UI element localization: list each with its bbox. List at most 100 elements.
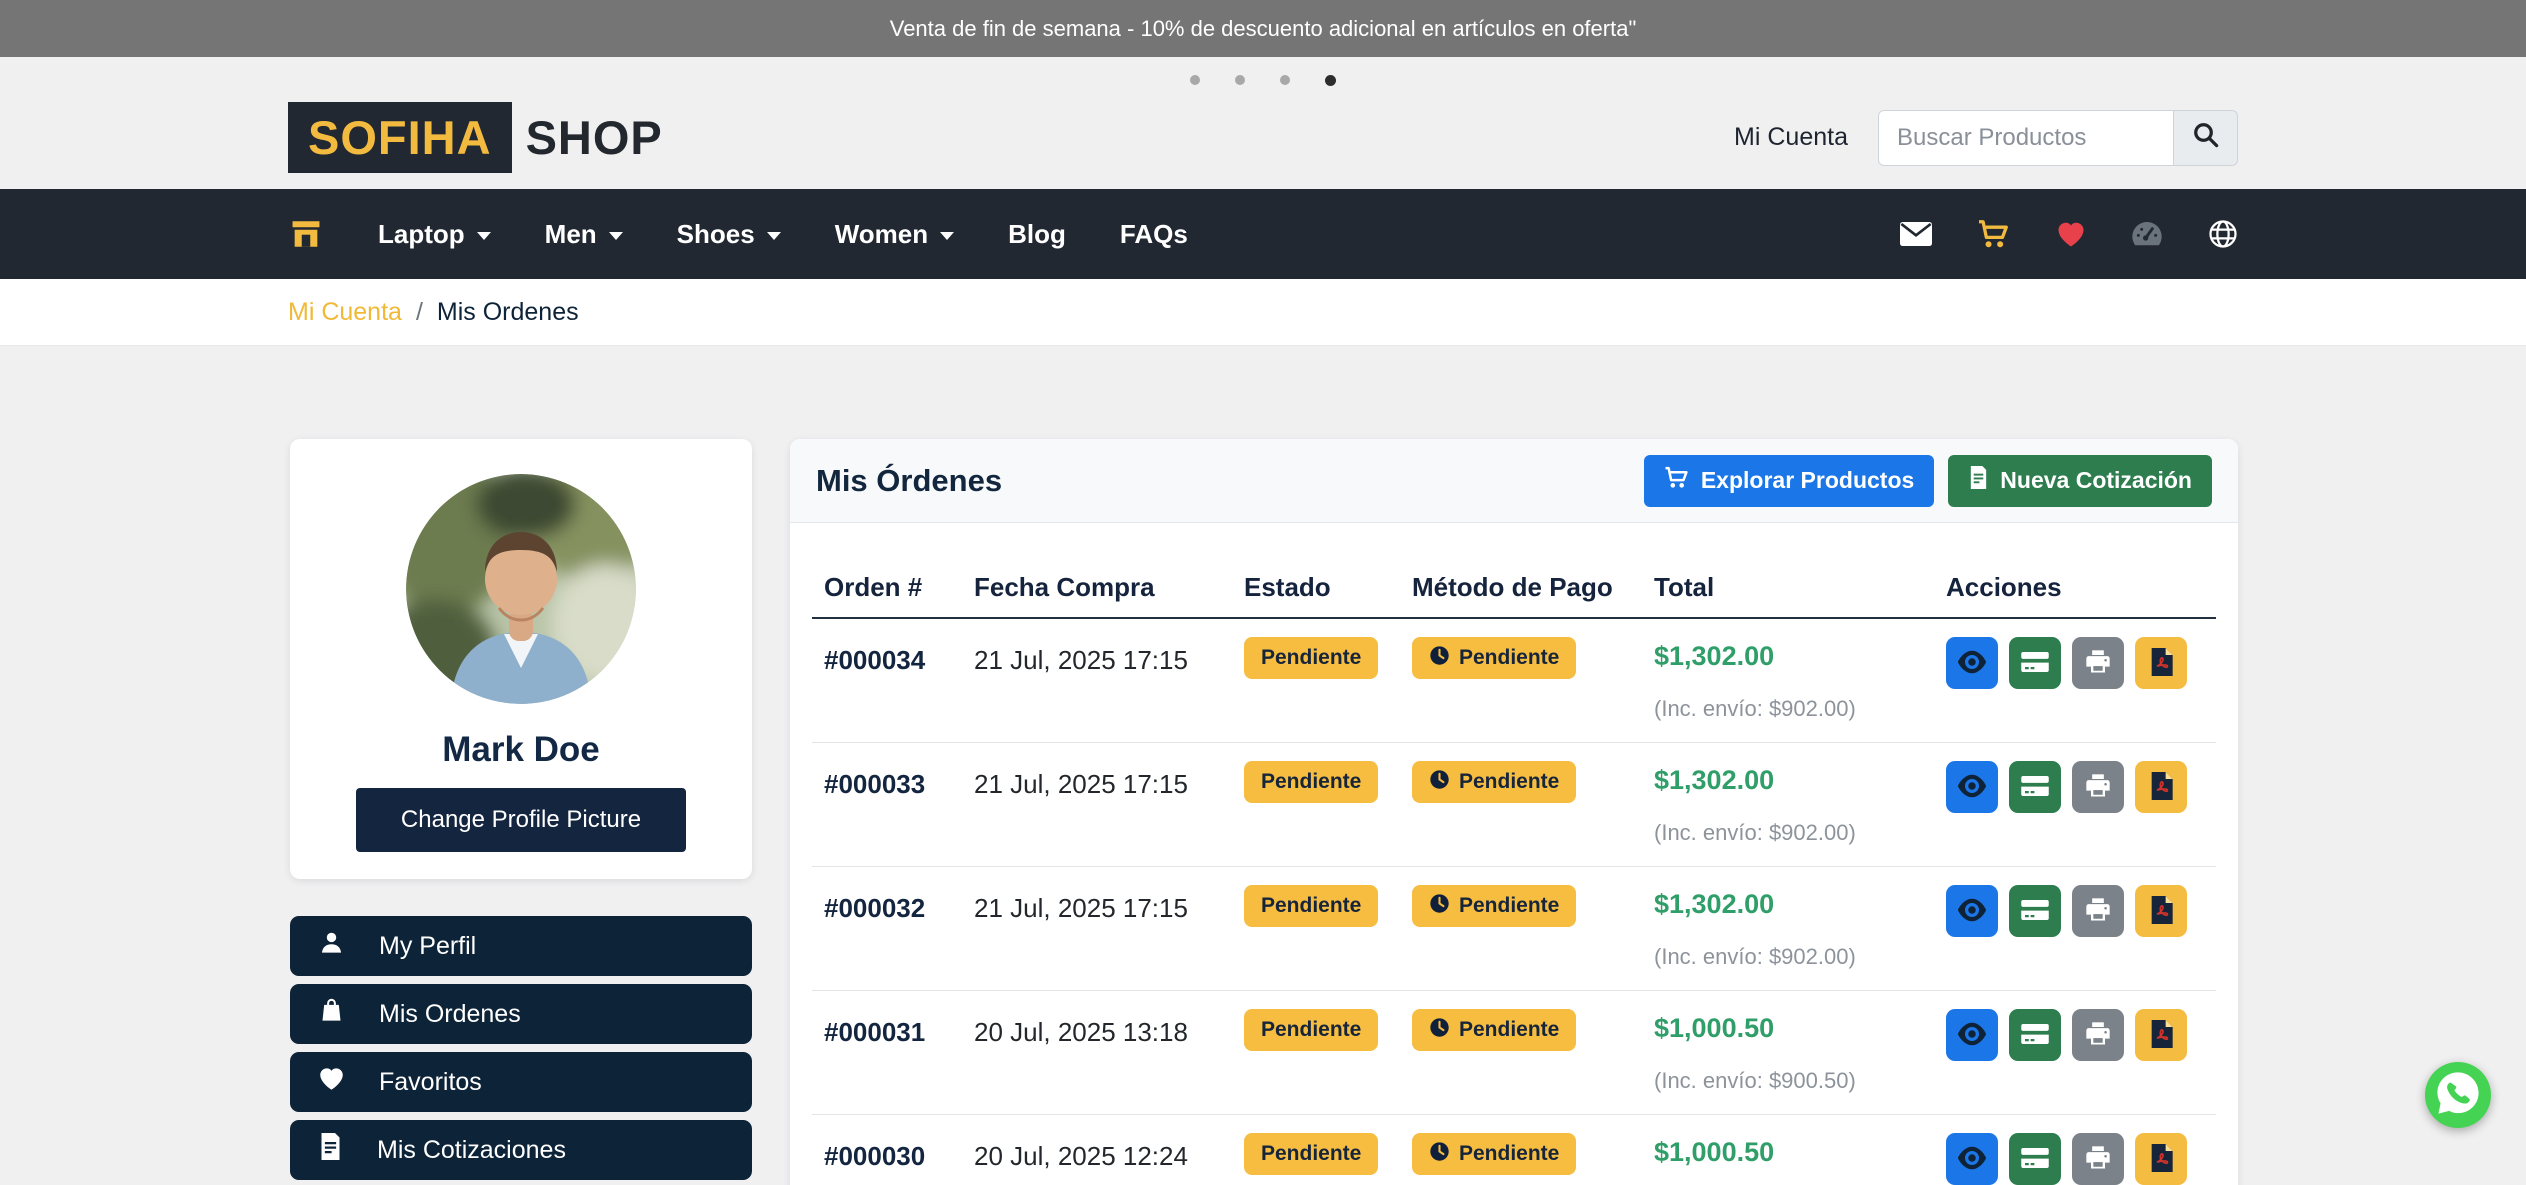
user-icon — [318, 929, 345, 963]
search-button[interactable] — [2174, 110, 2238, 166]
pdf-download-button[interactable] — [2135, 1133, 2187, 1185]
nav-item-laptop[interactable]: Laptop — [378, 219, 491, 250]
view-order-button[interactable] — [1946, 885, 1998, 937]
pdf-download-button[interactable] — [2135, 637, 2187, 689]
status-badge: Pendiente — [1244, 761, 1378, 803]
language-globe-icon[interactable] — [2208, 219, 2238, 249]
status-badge: Pendiente — [1244, 885, 1378, 927]
order-number-link[interactable]: #000034 — [812, 637, 962, 676]
order-total: $1,302.00 — [1654, 885, 1934, 920]
promo-banner-text: Venta de fin de semana - 10% de descuent… — [890, 16, 1637, 42]
print-order-button[interactable] — [2072, 761, 2124, 813]
carousel-dots — [0, 57, 2526, 86]
carousel-dot[interactable] — [1235, 75, 1245, 85]
pdf-download-button[interactable] — [2135, 1009, 2187, 1061]
order-date: 21 Jul, 2025 17:15 — [962, 885, 1232, 924]
breadcrumb-parent[interactable]: Mi Cuenta — [288, 298, 402, 327]
logo-secondary: SHOP — [526, 110, 663, 165]
account-menu: My Perfil Mis Ordenes Favoritos Mis Coti… — [290, 916, 752, 1185]
orders-table-body: #000034 21 Jul, 2025 17:15 Pendiente Pen… — [812, 619, 2216, 1185]
clock-icon — [1429, 893, 1450, 920]
whatsapp-icon — [2432, 1067, 2484, 1124]
print-order-button[interactable] — [2072, 885, 2124, 937]
order-actions — [1934, 885, 2216, 937]
search-icon — [2191, 120, 2221, 155]
wishlist-heart-icon[interactable] — [2056, 220, 2086, 248]
nav-item-blog[interactable]: Blog — [1008, 219, 1066, 250]
pdf-file-icon — [2149, 648, 2173, 679]
order-actions — [1934, 637, 2216, 689]
table-row: #000031 20 Jul, 2025 13:18 Pendiente Pen… — [812, 991, 2216, 1115]
payment-status-badge: Pendiente — [1412, 1009, 1576, 1051]
chevron-down-icon — [940, 232, 954, 240]
print-order-button[interactable] — [2072, 1009, 2124, 1061]
order-number-link[interactable]: #000032 — [812, 885, 962, 924]
clock-icon — [1429, 645, 1450, 672]
search-input[interactable] — [1878, 110, 2174, 166]
table-row: #000034 21 Jul, 2025 17:15 Pendiente Pen… — [812, 619, 2216, 743]
nav-item-men[interactable]: Men — [545, 219, 623, 250]
view-order-button[interactable] — [1946, 1009, 1998, 1061]
pay-order-button[interactable] — [2009, 885, 2061, 937]
menu-item-mis-ordenes[interactable]: Mis Ordenes — [290, 984, 752, 1044]
pay-order-button[interactable] — [2009, 1009, 2061, 1061]
nav-item-faqs[interactable]: FAQs — [1120, 219, 1188, 250]
new-quote-button[interactable]: Nueva Cotización — [1948, 455, 2212, 507]
store-icon[interactable] — [288, 217, 324, 251]
orders-card: Mis Órdenes Explorar Productos Nueva Cot… — [790, 439, 2238, 1185]
order-shipping-note: (Inc. envío: $900.50) — [1654, 1068, 1934, 1094]
carousel-dot-active[interactable] — [1325, 75, 1336, 86]
account-link[interactable]: Mi Cuenta — [1734, 123, 1848, 152]
page-title: Mis Órdenes — [816, 463, 1002, 499]
profile-name: Mark Doe — [442, 730, 600, 770]
pdf-file-icon — [2149, 1144, 2173, 1175]
printer-icon — [2084, 896, 2112, 927]
carousel-dot[interactable] — [1280, 75, 1290, 85]
whatsapp-button[interactable] — [2425, 1062, 2491, 1128]
menu-item-my-perfil[interactable]: My Perfil — [290, 916, 752, 976]
printer-icon — [2084, 648, 2112, 679]
view-order-button[interactable] — [1946, 761, 1998, 813]
order-number-link[interactable]: #000030 — [812, 1133, 962, 1172]
carousel-dot[interactable] — [1190, 75, 1200, 85]
order-shipping-note: (Inc. envío: $902.00) — [1654, 944, 1934, 970]
explore-products-button[interactable]: Explorar Productos — [1644, 455, 1934, 507]
order-date: 20 Jul, 2025 12:24 — [962, 1133, 1232, 1172]
pay-order-button[interactable] — [2009, 1133, 2061, 1185]
pdf-download-button[interactable] — [2135, 761, 2187, 813]
credit-card-icon — [2020, 774, 2050, 801]
print-order-button[interactable] — [2072, 637, 2124, 689]
pay-order-button[interactable] — [2009, 637, 2061, 689]
printer-icon — [2084, 1144, 2112, 1175]
cart-icon[interactable] — [1977, 219, 2011, 249]
order-number-link[interactable]: #000033 — [812, 761, 962, 800]
view-order-button[interactable] — [1946, 637, 1998, 689]
order-actions — [1934, 1009, 2216, 1061]
order-total: $1,302.00 — [1654, 761, 1934, 796]
logo-primary: SOFIHA — [288, 102, 512, 173]
breadcrumb-separator: / — [416, 298, 423, 327]
print-order-button[interactable] — [2072, 1133, 2124, 1185]
printer-icon — [2084, 772, 2112, 803]
pdf-download-button[interactable] — [2135, 885, 2187, 937]
dashboard-icon[interactable] — [2131, 220, 2163, 248]
search-group — [1878, 110, 2238, 166]
bag-icon — [318, 997, 345, 1031]
payment-status-badge: Pendiente — [1412, 885, 1576, 927]
clock-icon — [1429, 769, 1450, 796]
pdf-file-icon — [2149, 896, 2173, 927]
payment-status-badge: Pendiente — [1412, 761, 1576, 803]
change-profile-picture-button[interactable]: Change Profile Picture — [356, 788, 686, 852]
nav-item-shoes[interactable]: Shoes — [677, 219, 781, 250]
nav-item-women[interactable]: Women — [835, 219, 954, 250]
view-order-button[interactable] — [1946, 1133, 1998, 1185]
menu-item-mis-cotizaciones[interactable]: Mis Cotizaciones — [290, 1120, 752, 1180]
main-nav: Laptop Men Shoes Women Blog FAQs — [0, 189, 2526, 279]
order-number-link[interactable]: #000031 — [812, 1009, 962, 1048]
mail-icon[interactable] — [1900, 221, 1932, 247]
pay-order-button[interactable] — [2009, 761, 2061, 813]
orders-table: Orden # Fecha Compra Estado Método de Pa… — [790, 557, 2238, 1185]
menu-item-favoritos[interactable]: Favoritos — [290, 1052, 752, 1112]
order-actions — [1934, 761, 2216, 813]
site-logo[interactable]: SOFIHA SHOP — [288, 102, 663, 173]
